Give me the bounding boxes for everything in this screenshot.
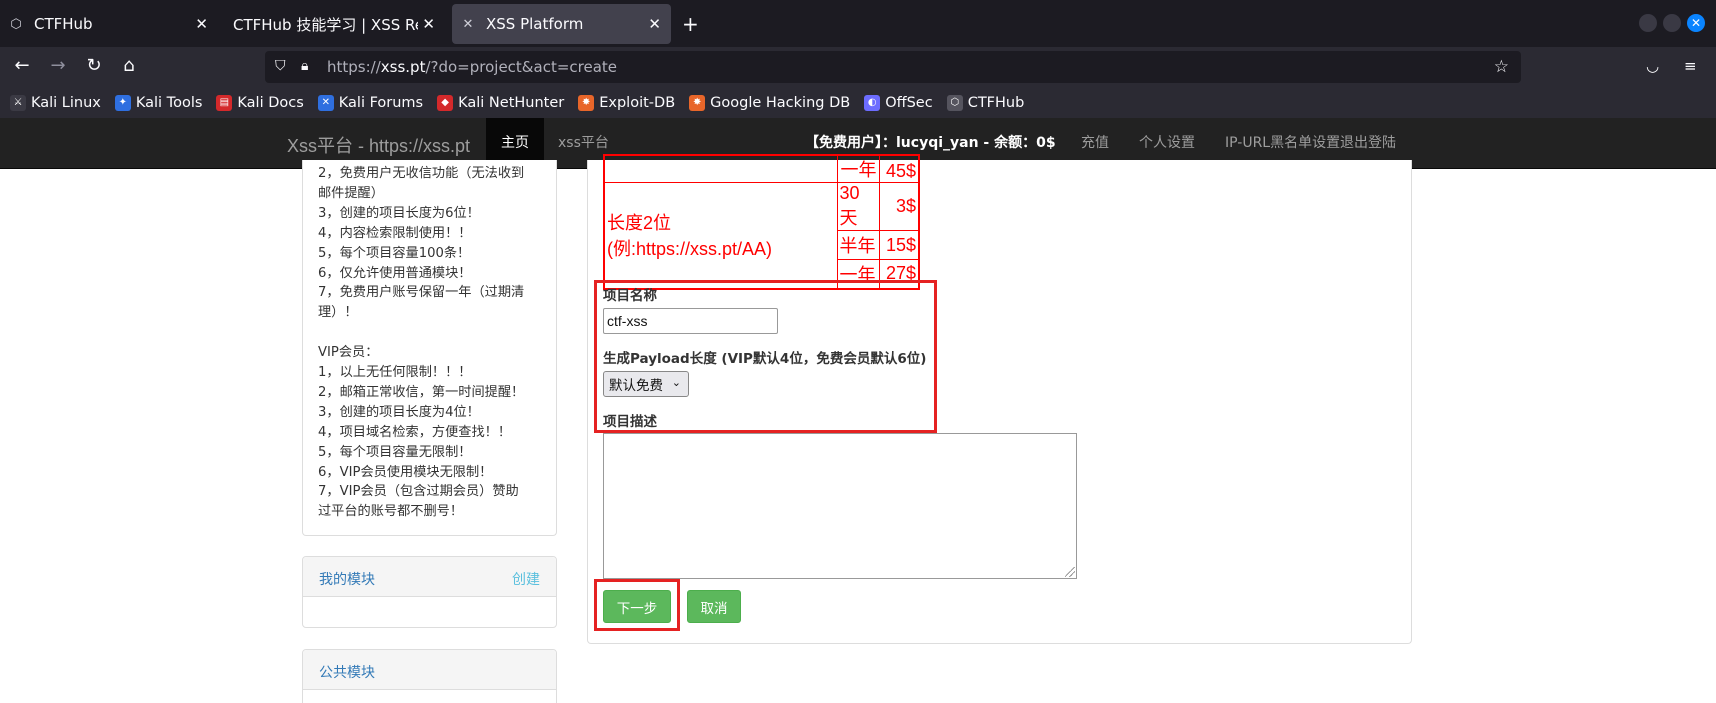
my-modules-title[interactable]: 我的模块 (319, 569, 375, 589)
browser-nav-bar: ← → ↻ ⌂ ⛉ 🔒︎ https://xss.pt/?do=project&… (0, 47, 1716, 87)
table-cell: 45$ (878, 154, 920, 183)
project-name-label: 项目名称 (603, 288, 657, 304)
address-bar[interactable]: ⛉ 🔒︎ https://xss.pt/?do=project&act=crea… (265, 51, 1521, 83)
notice-line: 4，内容检索限制使用！！ (318, 225, 472, 241)
public-modules-panel: 公共模块 (302, 649, 557, 703)
lock-icon[interactable]: 🔒︎ (301, 58, 308, 74)
pocket-icon[interactable]: ◡ (1646, 57, 1659, 75)
notice-line: 4，项目域名检索，方便查找！！ (318, 424, 512, 440)
xss-favicon-icon: ✕ (462, 16, 474, 32)
kali-dragon-icon: ⚔ (10, 94, 26, 111)
notice-line: 6，仅允许使用普通模块！ (318, 265, 472, 281)
pricing-group-label: 长度2位(例:https://xss.pt/AA) (603, 182, 838, 289)
bookmark-ctfhub[interactable]: ⬡ CTFHub (946, 94, 1024, 111)
table-cell (603, 154, 838, 183)
exploit-db-icon: ✸ (578, 94, 595, 111)
chevron-down-icon: ⌄ (671, 376, 681, 389)
close-tab-icon[interactable]: ✕ (648, 15, 661, 33)
public-modules-header: 公共模块 (303, 650, 556, 690)
table-cell: 一年 (836, 154, 880, 183)
notice-line: 2，邮箱正常收信，第一时间提醒！ (318, 384, 525, 400)
payload-length-label: 生成Payload长度 (VIP默认4位，免费会员默认6位) (603, 351, 927, 367)
resize-grip-icon[interactable] (1065, 567, 1075, 577)
notice-line: 邮件提醒） (318, 185, 384, 201)
back-arrow-icon[interactable]: ← (10, 55, 34, 76)
home-icon[interactable]: ⌂ (117, 55, 141, 76)
notice-line: 3，创建的项目长度为6位！ (318, 205, 480, 221)
create-module-link[interactable]: 创建 (512, 569, 540, 589)
reload-icon[interactable]: ↻ (82, 55, 106, 76)
url-text[interactable]: https://xss.pt/?do=project&act=create (327, 58, 617, 76)
kali-tools-icon: ✦ (114, 94, 131, 111)
bookmark-kali-tools[interactable]: ✦ Kali Tools (114, 94, 202, 111)
bookmark-offsec[interactable]: ◐ OffSec (864, 94, 933, 111)
bookmark-kali-docs[interactable]: ▤ Kali Docs (216, 94, 304, 111)
notice-line: 5，每个项目容量100条！ (318, 245, 471, 261)
bookmark-google-hacking-db[interactable]: ✸ Google Hacking DB (689, 94, 850, 111)
notice-line: 7，免费用户账号保留一年（过期清 (318, 285, 525, 301)
browser-tab-bar: ⬡ CTFHub ✕ CTFHub 技能学习 | XSS Refle ✕ ✕ X… (0, 0, 1716, 47)
notice-line: 2，免费用户无收信功能（无法收到 (318, 166, 525, 181)
table-cell: 半年 (836, 230, 880, 260)
next-step-button[interactable]: 下一步 (603, 590, 671, 623)
tab-xss-platform[interactable]: ✕ XSS Platform ✕ (452, 4, 671, 44)
notice-line: 3，创建的项目长度为4位！ (318, 404, 480, 420)
ctfhub-favicon-icon: ⬡ (10, 16, 22, 32)
bookmark-kali-forums[interactable]: ✕ Kali Forums (317, 94, 423, 111)
public-modules-title[interactable]: 公共模块 (319, 662, 375, 682)
table-cell: 3$ (878, 182, 920, 231)
notice-panel: 2，免费用户无收信功能（无法收到 邮件提醒） 3，创建的项目长度为6位！ 4，内… (302, 160, 557, 536)
notice-line: VIP会员： (318, 345, 379, 361)
ctfhub-icon: ⬡ (946, 94, 963, 111)
notice-line: 理）！ (318, 305, 358, 321)
project-description-label: 项目描述 (603, 414, 657, 430)
kali-docs-icon: ▤ (216, 94, 233, 111)
table-cell: 30天 (836, 182, 880, 231)
bookmark-exploit-db[interactable]: ✸ Exploit-DB (578, 94, 675, 111)
payload-length-select[interactable]: 默认免费 ⌄ (603, 371, 689, 397)
cancel-button[interactable]: 取消 (687, 590, 741, 623)
maximize-window-button[interactable] (1663, 14, 1681, 32)
tab-ctfhub-xss-reflected[interactable]: CTFHub 技能学习 | XSS Refle ✕ (225, 4, 445, 44)
notice-line: 1，以上无任何限制！！！ (318, 365, 472, 381)
pricing-table: 一年 45$ 长度2位(例:https://xss.pt/AA) 30天 3$ … (603, 154, 920, 290)
my-modules-header: 我的模块 创建 (303, 557, 556, 597)
offsec-icon: ◐ (864, 94, 881, 111)
bookmark-kali-nethunter[interactable]: ◆ Kali NetHunter (437, 94, 564, 111)
notice-line: 7，VIP会员（包含过期会员）赞助 (318, 484, 519, 500)
notice-line: 5，每个项目容量无限制！ (318, 444, 472, 460)
new-tab-plus-icon[interactable]: + (682, 12, 699, 36)
tab-ctfhub[interactable]: ⬡ CTFHub ✕ (0, 4, 218, 44)
shield-icon[interactable]: ⛉ (275, 58, 286, 74)
notice-text: 2，免费用户无收信功能（无法收到 邮件提醒） 3，创建的项目长度为6位！ 4，内… (318, 164, 548, 522)
site-brand[interactable]: Xss平台 - https://xss.pt (287, 132, 470, 158)
notice-line (318, 323, 548, 343)
table-row: 一年 45$ (603, 154, 920, 183)
kali-forums-icon: ✕ (317, 94, 334, 111)
notice-line: 过平台的账号都不删号！ (318, 504, 464, 520)
my-modules-panel: 我的模块 创建 (302, 556, 557, 628)
forward-arrow-icon[interactable]: → (46, 55, 70, 76)
ghdb-icon: ✸ (689, 94, 706, 111)
project-name-input[interactable] (603, 308, 778, 334)
menu-hamburger-icon[interactable]: ≡ (1684, 57, 1697, 75)
table-row: 长度2位(例:https://xss.pt/AA) 30天 3$ (603, 182, 920, 289)
project-description-textarea[interactable] (603, 433, 1077, 579)
payload-length-selected: 默认免费 (609, 378, 663, 394)
close-window-button[interactable]: ✕ (1687, 14, 1705, 32)
notice-line: 6，VIP会员使用模块无限制！ (318, 464, 493, 480)
nethunter-icon: ◆ (437, 94, 454, 111)
close-tab-icon[interactable]: ✕ (422, 15, 435, 33)
table-cell: 15$ (878, 230, 920, 260)
bookmark-star-icon[interactable]: ☆ (1494, 57, 1509, 77)
close-tab-icon[interactable]: ✕ (195, 15, 208, 33)
minimize-window-button[interactable] (1639, 14, 1657, 32)
bookmark-kali-linux[interactable]: ⚔ Kali Linux (10, 94, 101, 111)
bookmarks-toolbar: ⚔ Kali Linux ✦ Kali Tools ▤ Kali Docs ✕ Kali… (0, 87, 1716, 118)
